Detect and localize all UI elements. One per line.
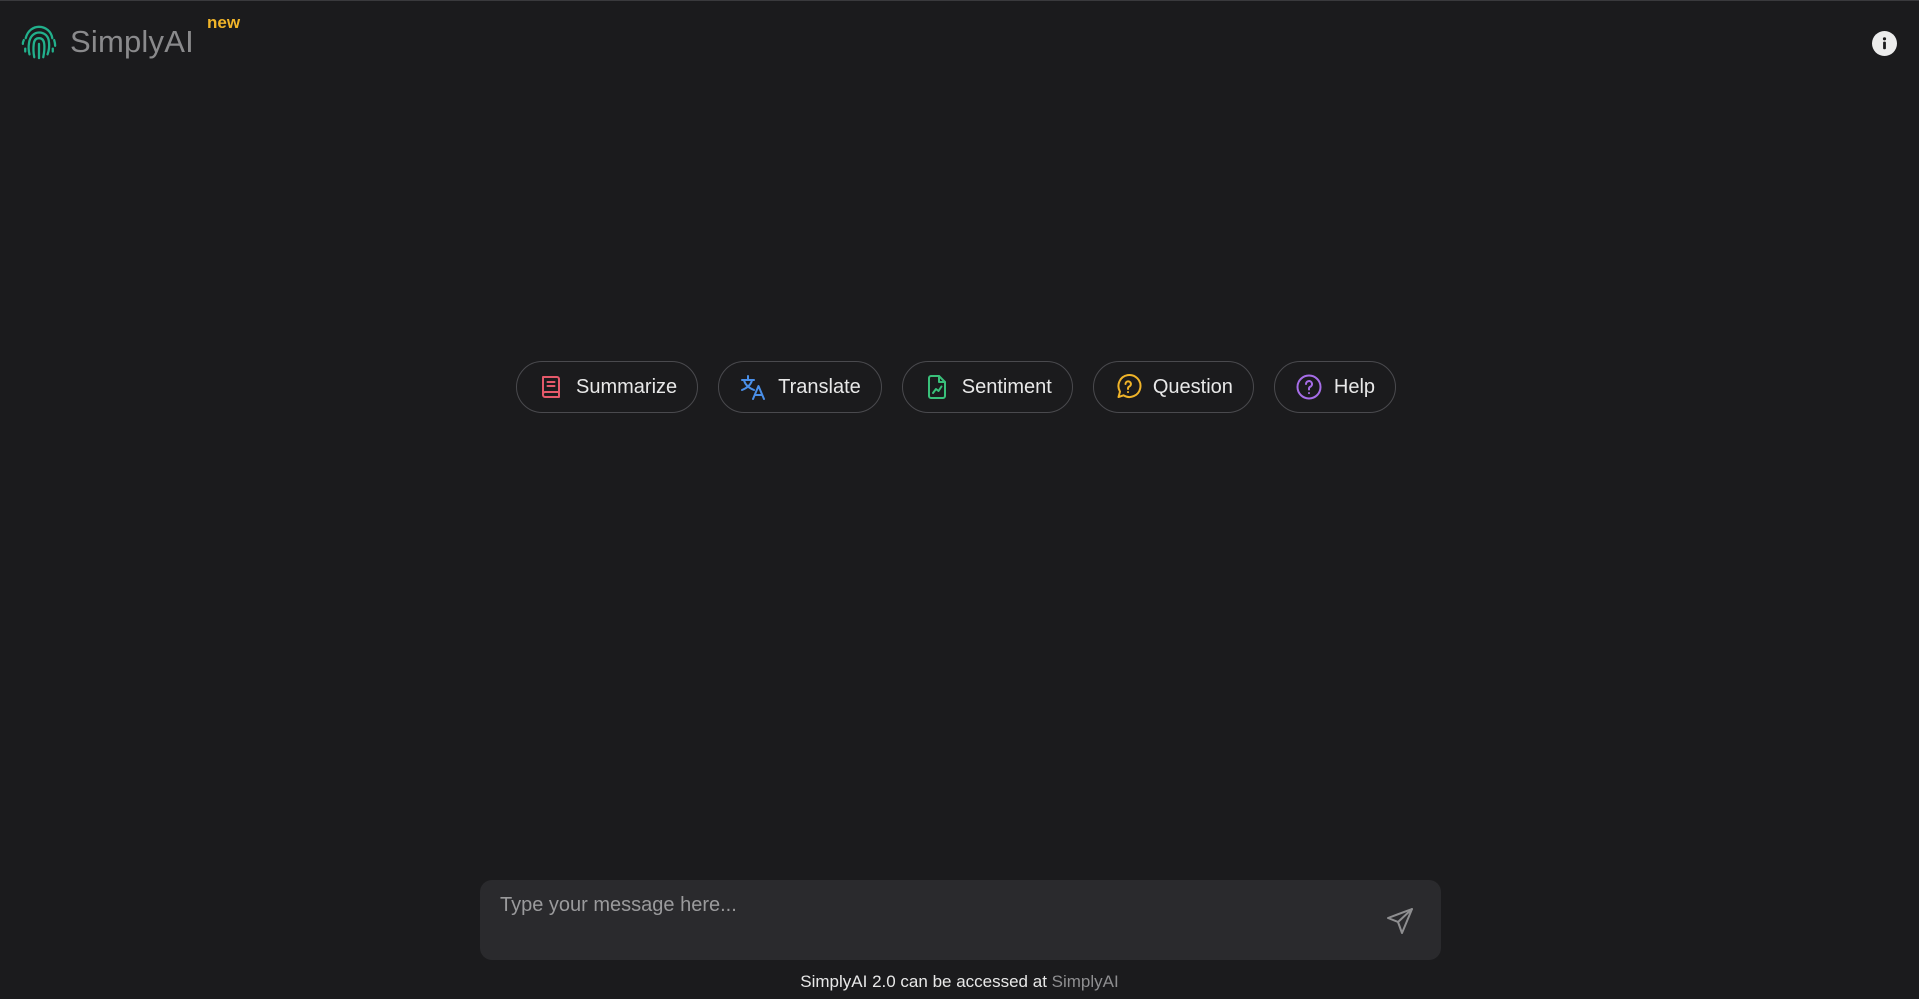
- help-circle-icon: [1296, 374, 1322, 400]
- question-bubble-icon: [1117, 374, 1142, 398]
- quick-actions: Summarize Translate Sentiment Question H…: [516, 361, 1397, 413]
- summarize-button[interactable]: Summarize: [516, 361, 699, 413]
- question-label: Question: [1152, 375, 1233, 398]
- send-icon: [1387, 908, 1413, 934]
- summarize-label: Summarize: [576, 375, 678, 398]
- new-badge: new: [207, 13, 241, 32]
- logo[interactable]: SimplyAI new: [20, 13, 240, 64]
- footer-text: SimplyAI 2.0 can be accessed at: [800, 972, 1052, 991]
- translate-icon: [741, 375, 766, 400]
- info-icon: [1882, 37, 1887, 50]
- top-border: [0, 0, 1919, 1]
- translate-label: Translate: [778, 375, 861, 398]
- footer-note: SimplyAI 2.0 can be accessed at SimplyAI: [0, 972, 1919, 992]
- message-input[interactable]: [480, 880, 1360, 960]
- footer-link[interactable]: SimplyAI: [1052, 972, 1119, 991]
- app-name: SimplyAI: [70, 24, 194, 59]
- help-button[interactable]: Help: [1273, 361, 1397, 413]
- send-button[interactable]: [1380, 902, 1420, 940]
- help-label: Help: [1333, 375, 1376, 398]
- book-icon: [542, 376, 560, 398]
- info-button[interactable]: [1872, 31, 1897, 56]
- sentiment-label: Sentiment: [961, 375, 1052, 398]
- fingerprint-icon: [21, 25, 57, 60]
- file-chart-icon: [927, 375, 946, 399]
- translate-button[interactable]: Translate: [718, 361, 882, 413]
- message-composer: [480, 880, 1441, 960]
- question-button[interactable]: Question: [1092, 361, 1254, 413]
- sentiment-button[interactable]: Sentiment: [901, 361, 1073, 413]
